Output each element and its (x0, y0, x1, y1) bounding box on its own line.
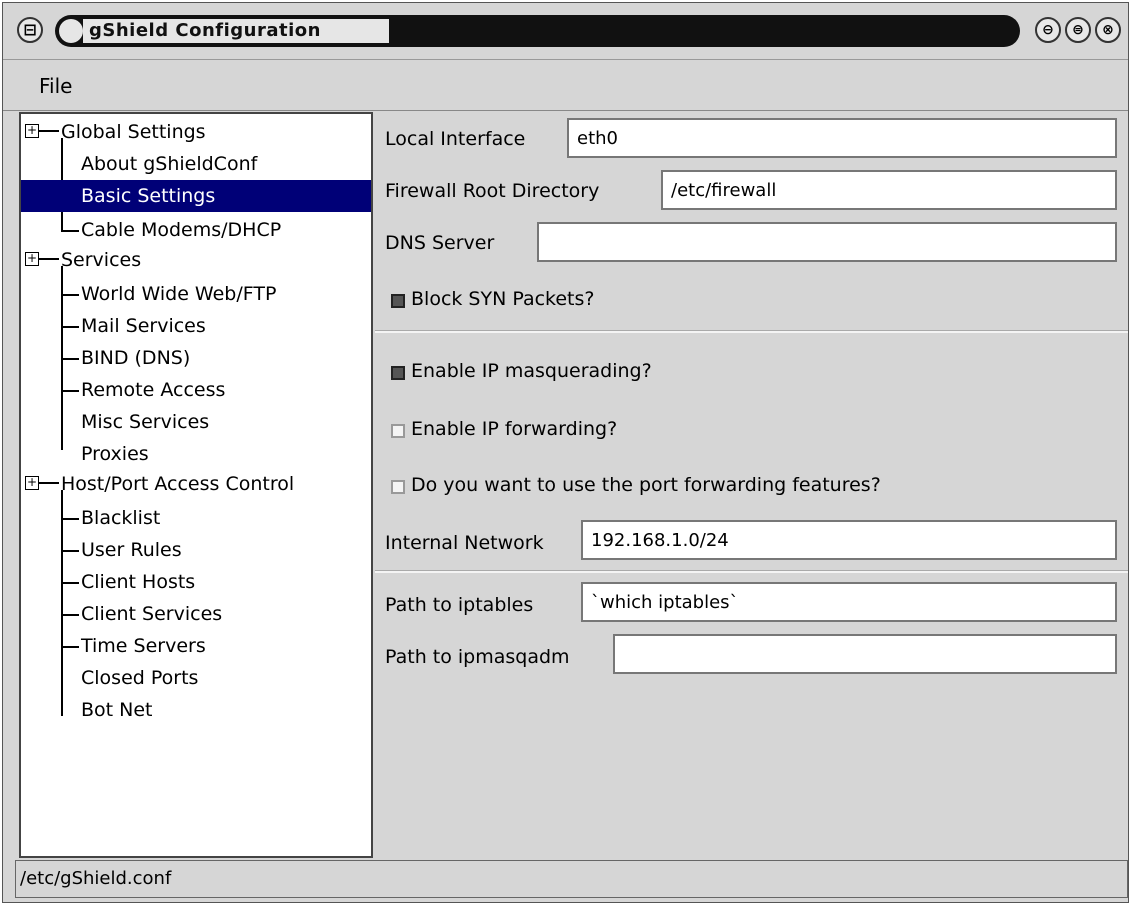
block-syn-label: Block SYN Packets? (411, 288, 595, 310)
close-icon[interactable]: ⊗ (1095, 17, 1121, 43)
separator (375, 330, 1128, 333)
dns-server-input[interactable] (537, 222, 1117, 262)
window-menu-icon[interactable]: ⊟ (17, 17, 43, 43)
app-window: ⊟ gShield Configuration ⊖ ⊜ ⊗ File + Glo… (2, 2, 1129, 903)
tree-line (61, 646, 79, 648)
dns-server-label: DNS Server (385, 232, 495, 254)
firewall-root-input[interactable] (661, 170, 1117, 210)
firewall-root-label: Firewall Root Directory (385, 180, 600, 202)
tree-line (39, 130, 59, 132)
tree-item-blacklist[interactable]: Blacklist (81, 502, 160, 534)
tree-item-user-rules[interactable]: User Rules (81, 534, 182, 566)
title-bar[interactable]: ⊟ gShield Configuration ⊖ ⊜ ⊗ (3, 3, 1128, 60)
tree-line (61, 390, 79, 392)
port-forward-checkbox[interactable] (391, 480, 405, 494)
tree-item-bind[interactable]: BIND (DNS) (81, 342, 190, 374)
basic-settings-panel: Local Interface Firewall Root Directory … (375, 112, 1128, 858)
tree-line (61, 550, 79, 552)
title-cap (59, 19, 83, 43)
tree-line (61, 230, 79, 232)
tree-item-bot-net[interactable]: Bot Net (81, 694, 153, 726)
ip-forward-label: Enable IP forwarding? (411, 418, 618, 440)
ip-masq-label: Enable IP masquerading? (411, 360, 652, 382)
tree-item-cable-modems[interactable]: Cable Modems/DHCP (81, 214, 281, 246)
tree-line (39, 258, 59, 260)
local-interface-label: Local Interface (385, 128, 526, 150)
internal-network-input[interactable] (581, 520, 1117, 560)
ip-forward-checkbox[interactable] (391, 424, 405, 438)
tree-line (61, 358, 79, 360)
title-pill[interactable]: gShield Configuration (55, 15, 1020, 47)
status-bar: /etc/gShield.conf (15, 860, 1128, 898)
tree-item-global-settings[interactable]: Global Settings (61, 116, 206, 148)
tree-item-mail[interactable]: Mail Services (81, 310, 206, 342)
local-interface-input[interactable] (567, 118, 1117, 158)
tree-line (61, 490, 63, 716)
tree-line (39, 482, 59, 484)
ipmasqadm-path-input[interactable] (613, 634, 1117, 674)
tree-item-services[interactable]: Services (61, 244, 141, 276)
ipmasqadm-path-label: Path to ipmasqadm (385, 646, 570, 668)
expander-global-settings[interactable]: + (25, 124, 39, 138)
settings-tree[interactable]: + Global Settings About gShieldConf Basi… (19, 112, 373, 858)
expander-host-port[interactable]: + (25, 476, 39, 490)
tree-item-time-servers[interactable]: Time Servers (81, 630, 206, 662)
tree-item-misc-services[interactable]: Misc Services (81, 406, 209, 438)
separator (375, 570, 1128, 573)
maximize-icon[interactable]: ⊜ (1065, 17, 1091, 43)
tree-line (61, 582, 79, 584)
tree-item-closed-ports[interactable]: Closed Ports (81, 662, 198, 694)
iptables-path-input[interactable] (581, 582, 1117, 622)
window-title: gShield Configuration (83, 19, 389, 43)
tree-item-remote-access[interactable]: Remote Access (81, 374, 225, 406)
iptables-path-label: Path to iptables (385, 594, 534, 616)
tree-item-client-services[interactable]: Client Services (81, 598, 222, 630)
tree-item-client-hosts[interactable]: Client Hosts (81, 566, 195, 598)
tree-item-www-ftp[interactable]: World Wide Web/FTP (81, 278, 276, 310)
ip-masq-checkbox[interactable] (391, 366, 405, 380)
menu-bar: File (3, 60, 1128, 111)
tree-line (61, 518, 79, 520)
block-syn-checkbox[interactable] (391, 294, 405, 308)
tree-line (61, 294, 79, 296)
minimize-icon[interactable]: ⊖ (1035, 17, 1061, 43)
tree-item-proxies[interactable]: Proxies (81, 438, 149, 470)
port-forward-label: Do you want to use the port forwarding f… (411, 474, 881, 496)
tree-line (61, 326, 79, 328)
tree-line (61, 614, 79, 616)
internal-network-label: Internal Network (385, 532, 544, 554)
menu-file[interactable]: File (33, 72, 78, 100)
expander-services[interactable]: + (25, 252, 39, 266)
tree-item-host-port-access[interactable]: Host/Port Access Control (61, 468, 294, 500)
tree-item-about[interactable]: About gShieldConf (81, 148, 257, 180)
tree-item-basic-settings[interactable]: Basic Settings (21, 180, 371, 212)
